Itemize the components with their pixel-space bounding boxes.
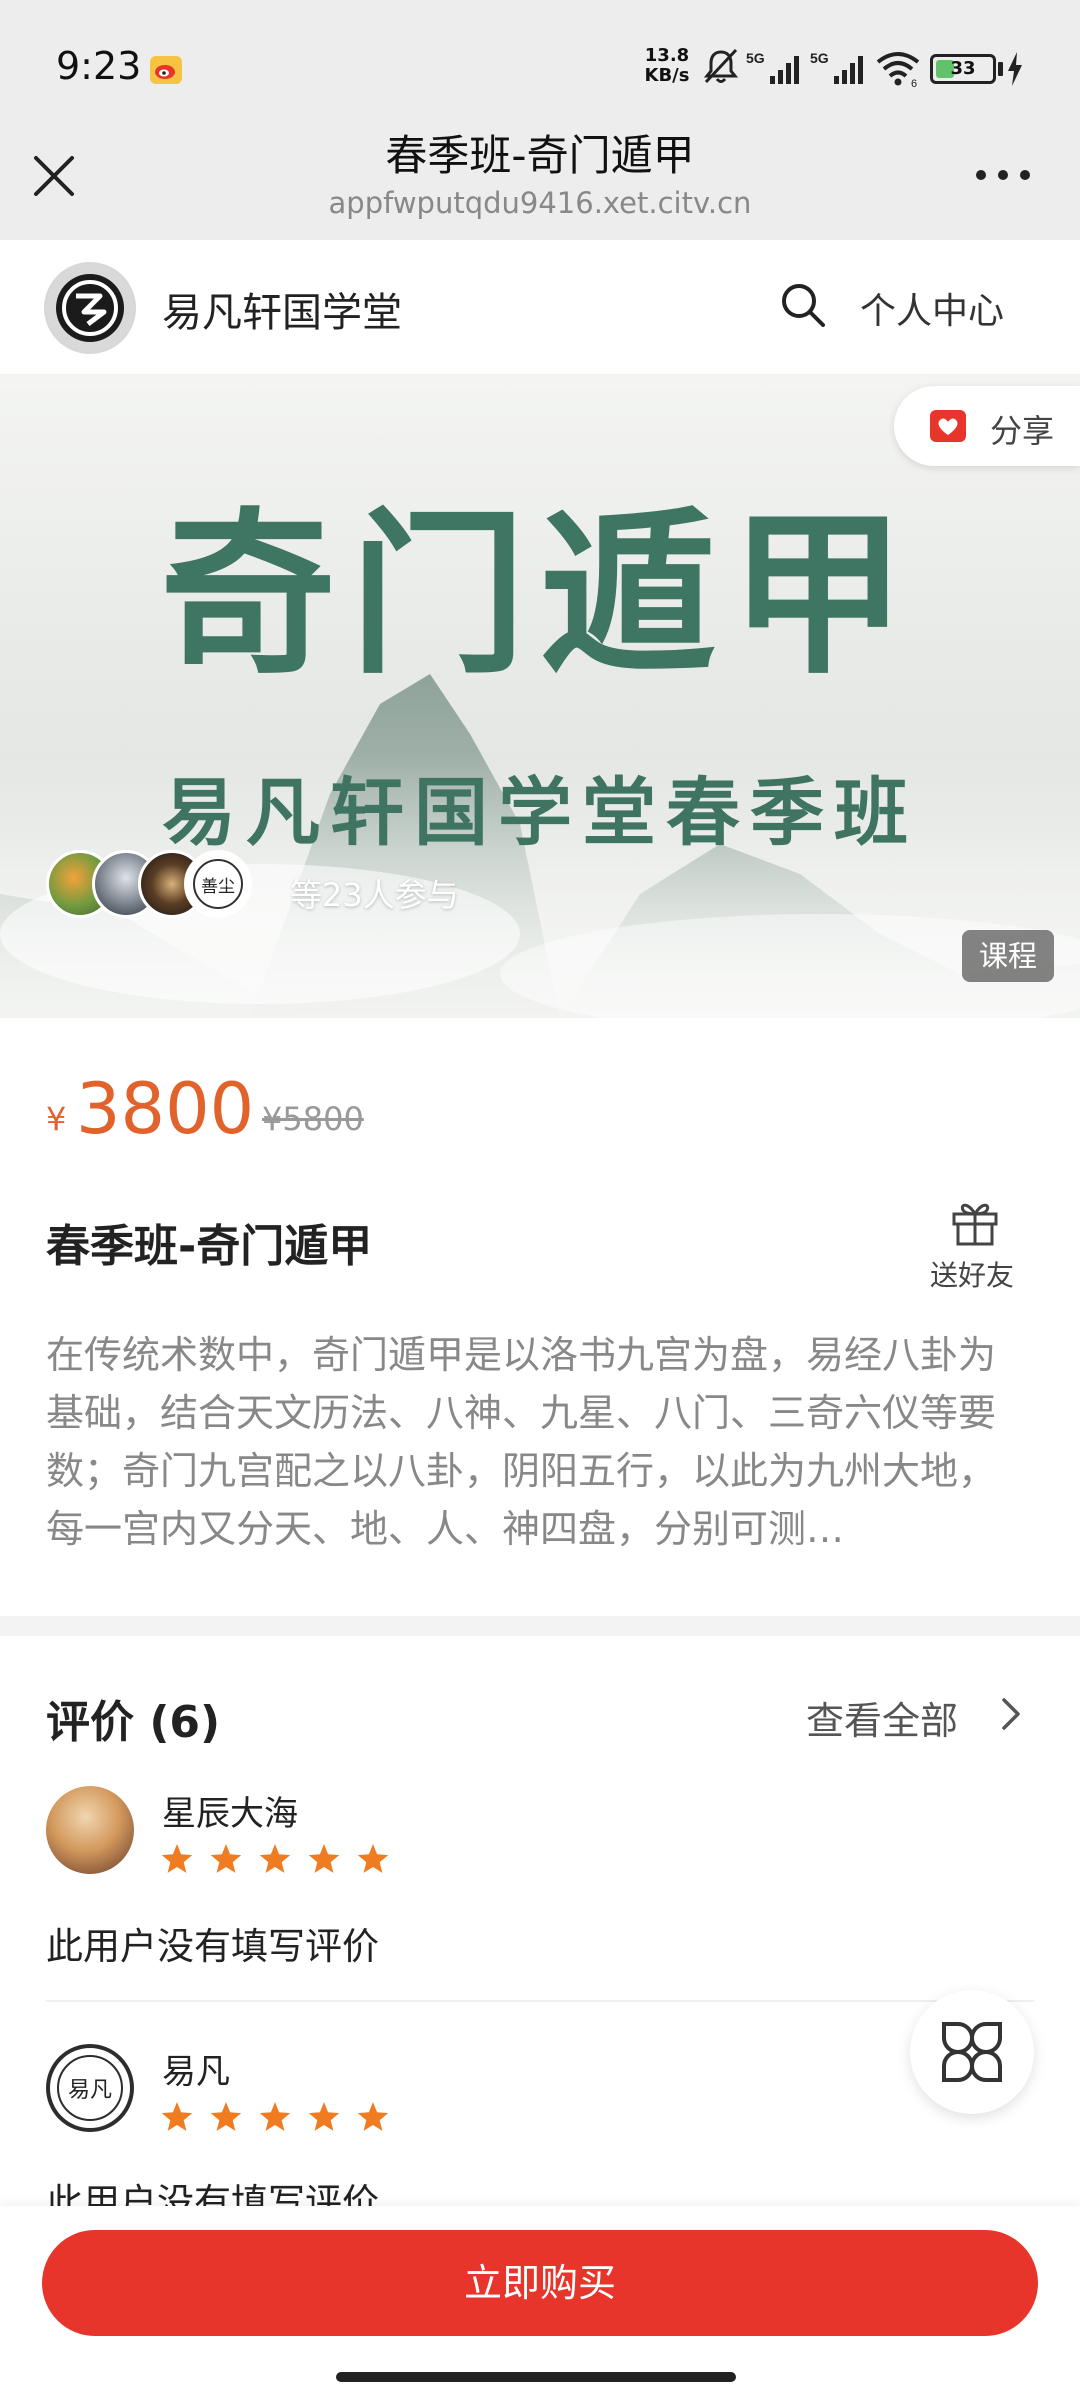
star-icon [308,2102,340,2131]
weibo-icon [150,56,182,84]
share-label[interactable]: 分享 [990,406,1054,452]
battery-tip [998,62,1003,76]
network-speed-unit: KB/s [644,65,690,86]
battery-level: 33 [950,58,976,79]
star-icon [161,2102,193,2131]
banner-title: 奇门遁甲 [159,491,920,698]
buy-now-button[interactable]: 立即购买 [42,2230,1038,2336]
course-description: 在传统术数中，奇门遁甲是以洛书九宫为盘，易经八卦为基础，结合天文历法、八神、九星… [46,1333,997,1551]
signal-icon-sim2: 5G [810,50,870,86]
site-logo[interactable] [44,262,136,354]
gift-icon[interactable] [948,1196,1002,1248]
reviewer-avatar [46,1786,134,1874]
floating-menu-button[interactable] [910,1990,1034,2114]
review-separator [46,2000,1034,2002]
reviews-title: 评价 (6) [46,1697,221,1748]
gift-label[interactable]: 送好友 [930,1254,1014,1294]
star-icon [357,1844,389,1873]
participant-avatar: 善尘 [184,850,252,918]
signal2-label: 5G [810,50,829,66]
star-icon [210,1844,242,1873]
status-time: 9:23 [56,44,142,88]
star-icon [308,1844,340,1873]
participant-avatars: 善尘 [46,850,256,920]
battery-icon: 33 [930,54,996,84]
star-icon [210,2102,242,2131]
star-icon [259,2102,291,2131]
wifi-label: 6 [911,78,917,88]
review-rating [161,2102,389,2131]
course-tag: 课程 [962,930,1054,982]
share-icon [930,410,966,442]
home-indicator[interactable] [336,2372,736,2382]
mute-icon [703,48,739,84]
network-speed-value: 13.8 [644,45,690,66]
more-icon[interactable] [968,160,1038,190]
course-title: 春季班-奇门遁甲 [46,1221,373,1272]
participants-count: 等23人参与 [290,876,459,914]
network-speed: 13.8 KB/s [640,46,694,86]
star-icon [259,1844,291,1873]
star-icon [161,1844,193,1873]
original-price: ¥5800 [262,1100,364,1138]
price-currency: ¥ [46,1100,67,1138]
grid-menu-icon [942,2022,1002,2082]
view-all-reviews[interactable]: 查看全部 [806,1690,958,1745]
chevron-right-icon[interactable] [1000,1696,1022,1732]
price: 3800 [76,1068,255,1150]
review-text: 此用户没有填写评价 [46,2181,379,2206]
reviewer-name: 星辰大海 [162,1794,298,1834]
wifi-icon: 6 [876,52,920,88]
reviewer-avatar-text: 易凡 [57,2055,123,2121]
review-rating [161,1844,389,1873]
signal-icon-sim1: 5G [746,50,806,86]
review-text: 此用户没有填写评价 [46,1925,379,1968]
star-icon [357,2102,389,2131]
participant-avatar-text: 善尘 [193,859,243,909]
banner-subtitle: 易凡轩国学堂春季班 [162,770,918,856]
section-divider [0,1616,1080,1636]
signal1-label: 5G [746,50,765,66]
charging-icon [1008,52,1022,86]
site-name[interactable]: 易凡轩国学堂 [162,280,402,338]
search-icon[interactable] [778,280,828,330]
reviewer-name: 易凡 [162,2052,230,2092]
reviewer-avatar: 易凡 [46,2044,134,2132]
page-url: appfwputqdu9416.xet.citv.cn [328,186,752,220]
page-title: 春季班-奇门遁甲 [385,131,695,180]
user-center-link[interactable]: 个人中心 [860,282,1004,334]
